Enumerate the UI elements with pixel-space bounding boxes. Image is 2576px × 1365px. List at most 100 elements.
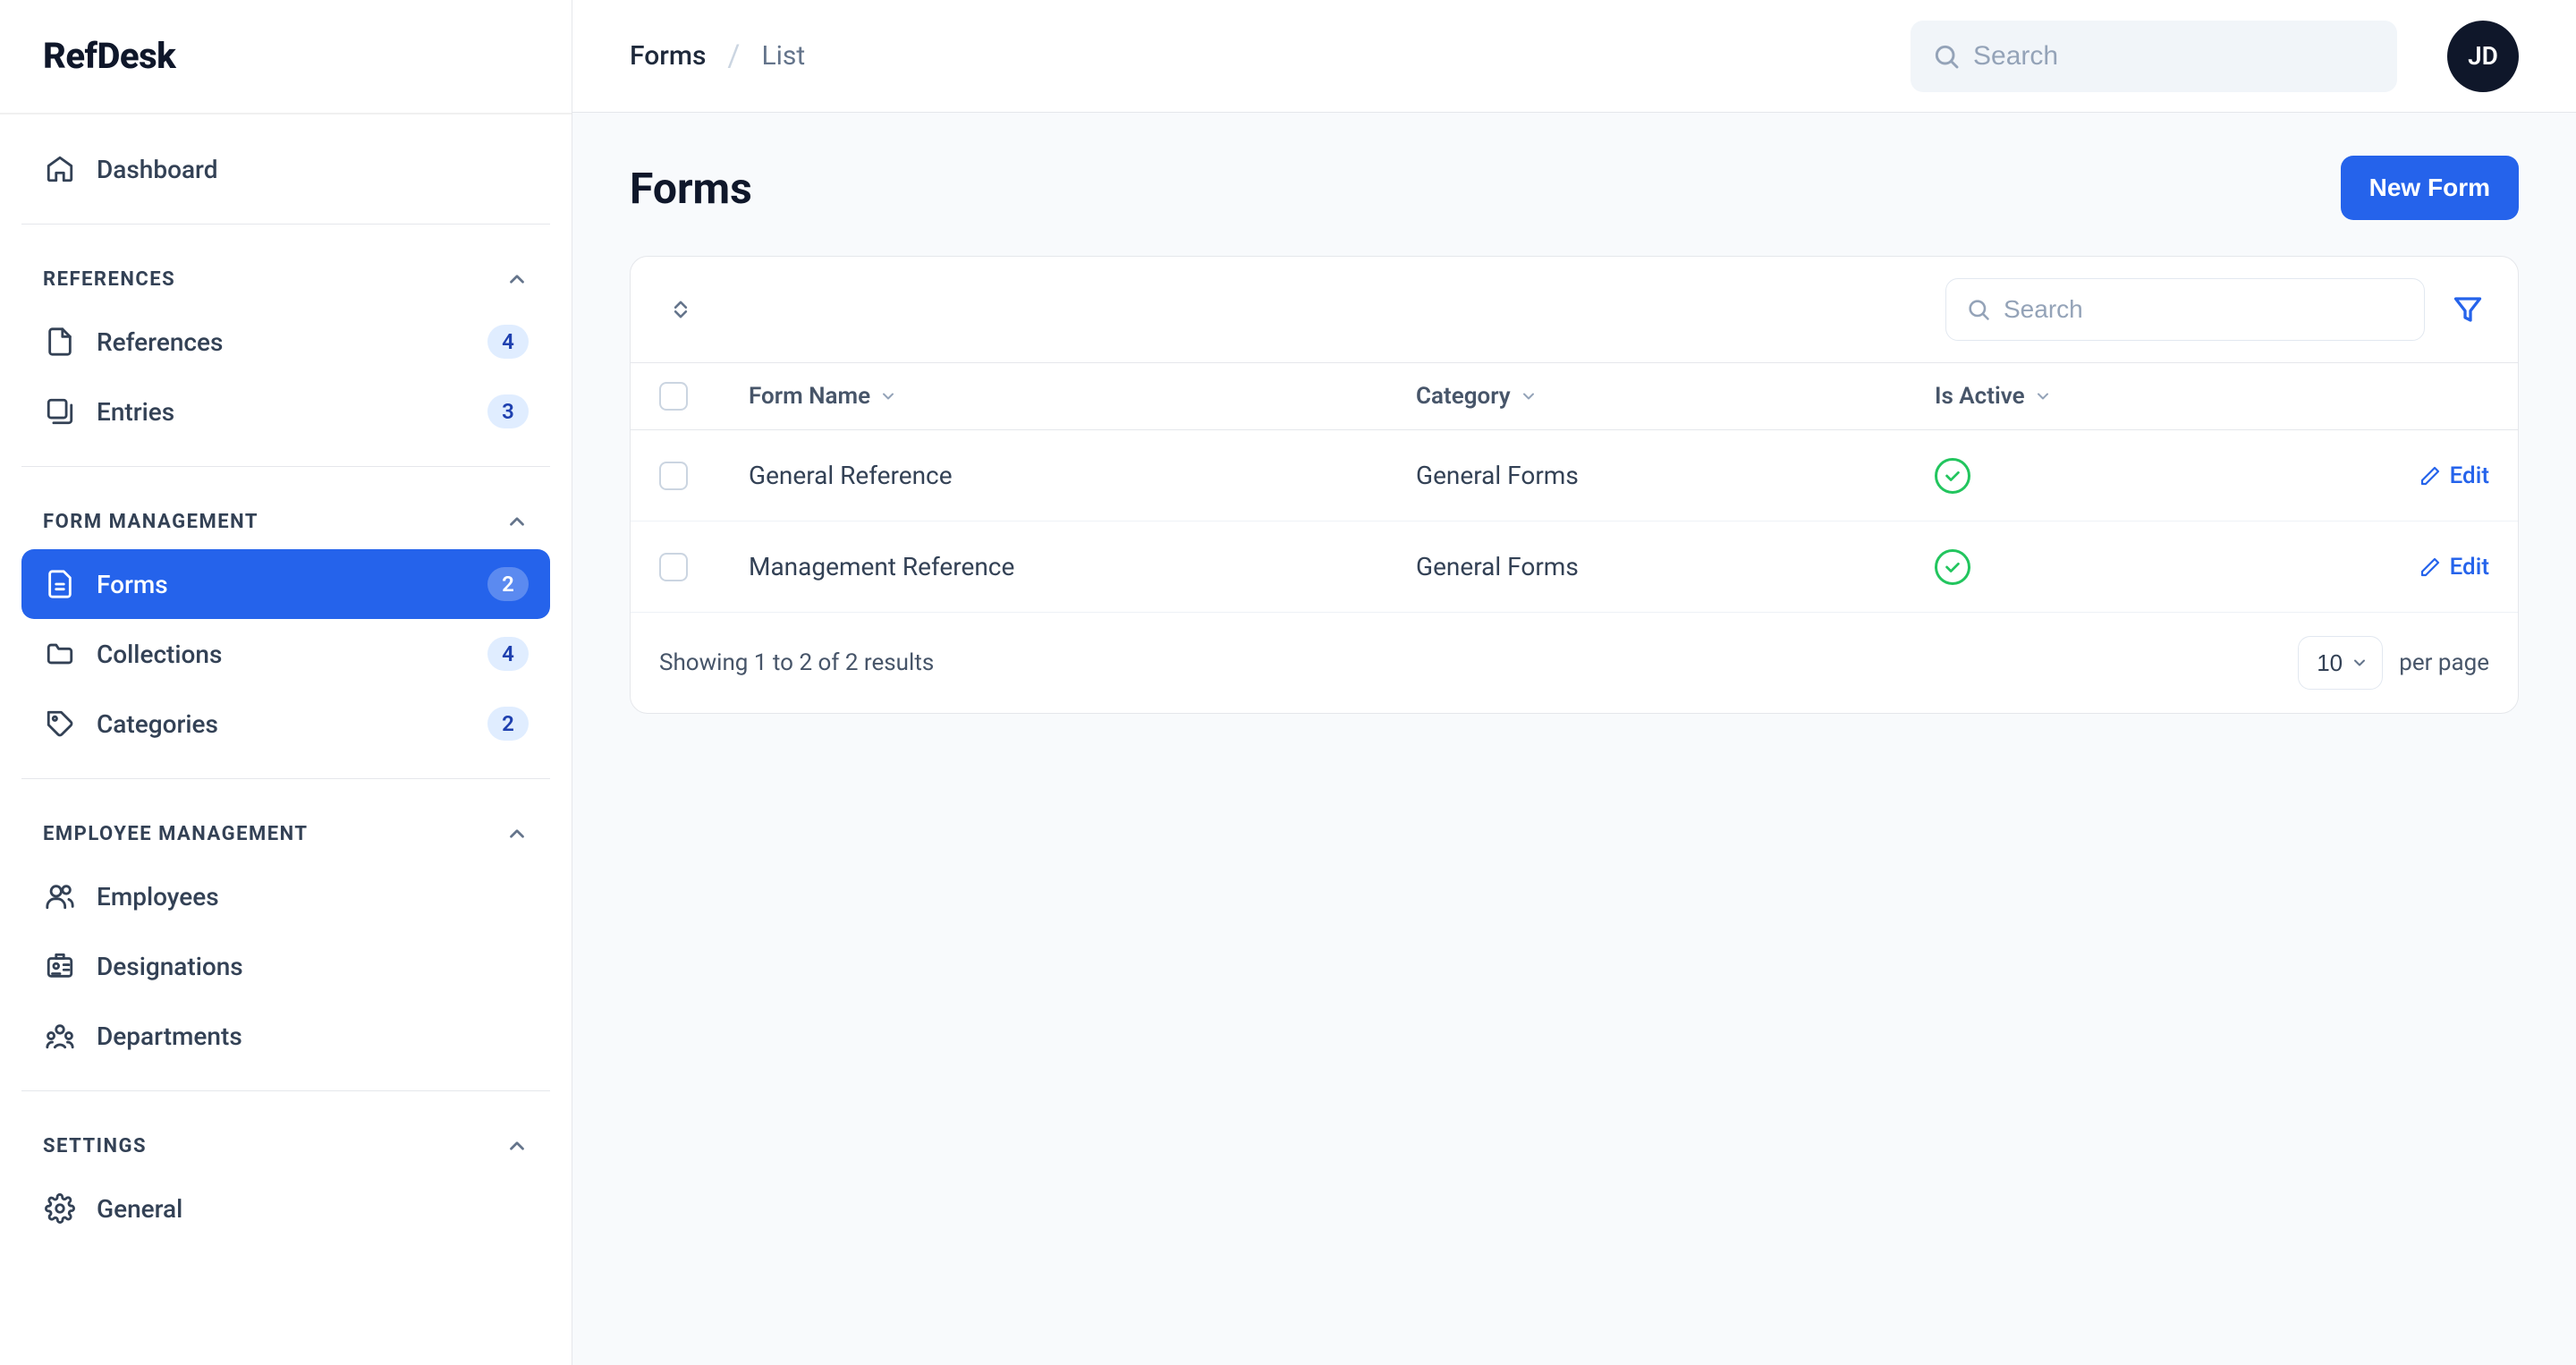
global-search-input[interactable]: [1973, 41, 2376, 72]
sidebar-item-label: Employees: [97, 882, 529, 911]
page-size-label: per page: [2399, 649, 2489, 676]
home-icon: [43, 152, 77, 186]
form-icon: [43, 567, 77, 601]
cell-category: General Forms: [1416, 552, 1935, 581]
sidebar-section-label: SETTINGS: [43, 1135, 147, 1157]
global-search[interactable]: [1911, 21, 2397, 92]
count-badge: 3: [487, 394, 529, 428]
page-size-select[interactable]: 10: [2298, 636, 2383, 690]
divider: [21, 778, 550, 779]
filter-icon: [2452, 293, 2484, 326]
edit-label: Edit: [2450, 462, 2489, 489]
count-badge: 2: [487, 567, 529, 601]
column-header-form-name[interactable]: Form Name: [749, 383, 1416, 410]
table-search-input[interactable]: [2004, 295, 2404, 324]
sidebar-item-designations[interactable]: Designations: [21, 931, 550, 1001]
column-label: Is Active: [1935, 383, 2025, 410]
new-form-button[interactable]: New Form: [2341, 156, 2519, 220]
sidebar-item-label: Departments: [97, 1022, 529, 1051]
sidebar-section-settings[interactable]: SETTINGS: [21, 1111, 550, 1174]
sidebar-section-references[interactable]: REFERENCES: [21, 244, 550, 307]
sidebar-item-forms[interactable]: Forms 2: [21, 549, 550, 619]
row-checkbox[interactable]: [659, 553, 688, 581]
sidebar-item-label: References: [97, 327, 468, 357]
sidebar-item-label: Designations: [97, 952, 529, 981]
edit-label: Edit: [2450, 554, 2489, 581]
chevron-up-icon: [505, 267, 529, 291]
edit-button[interactable]: Edit: [2292, 462, 2489, 489]
topbar: Forms / List JD: [572, 0, 2576, 113]
sidebar-item-entries[interactable]: Entries 3: [21, 377, 550, 446]
column-label: Category: [1416, 383, 1511, 410]
chevron-down-icon: [1520, 387, 1538, 405]
divider: [0, 113, 572, 114]
edit-button[interactable]: Edit: [2292, 554, 2489, 581]
bookmark-icon: [43, 325, 77, 359]
brand-logo: RefDesk: [43, 35, 175, 77]
sidebar-item-label: Collections: [97, 640, 468, 669]
sidebar-section-employee-management[interactable]: EMPLOYEE MANAGEMENT: [21, 799, 550, 861]
table-toolbar: [631, 257, 2518, 362]
results-summary: Showing 1 to 2 of 2 results: [659, 649, 2273, 676]
cell-is-active: [1935, 458, 2292, 494]
pencil-icon: [2419, 556, 2441, 578]
sidebar-item-references[interactable]: References 4: [21, 307, 550, 377]
sidebar-item-label: General: [97, 1194, 529, 1224]
logo-area: RefDesk: [0, 0, 572, 113]
breadcrumb: Forms / List: [630, 38, 805, 74]
active-status-badge: [1935, 458, 1970, 494]
sidebar-item-employees[interactable]: Employees: [21, 861, 550, 931]
breadcrumb-current: List: [761, 40, 805, 72]
id-badge-icon: [43, 949, 77, 983]
divider: [21, 466, 550, 467]
filter-button[interactable]: [2446, 288, 2489, 331]
chevron-down-icon: [2034, 387, 2052, 405]
column-header-is-active[interactable]: Is Active: [1935, 383, 2292, 410]
active-status-badge: [1935, 549, 1970, 585]
count-badge: 4: [487, 637, 529, 671]
count-badge: 4: [487, 325, 529, 359]
pencil-icon: [2419, 465, 2441, 487]
cell-category: General Forms: [1416, 461, 1935, 490]
count-badge: 2: [487, 707, 529, 741]
breadcrumb-separator: /: [727, 38, 740, 74]
sidebar-item-label: Dashboard: [97, 155, 529, 184]
cell-is-active: [1935, 549, 2292, 585]
select-all-checkbox[interactable]: [659, 382, 688, 411]
row-checkbox[interactable]: [659, 462, 688, 490]
main: Forms / List JD Forms New Form: [572, 0, 2576, 1365]
cell-form-name: Management Reference: [749, 552, 1416, 581]
table-row: General Reference General Forms: [631, 430, 2518, 521]
tag-icon: [43, 707, 77, 741]
breadcrumb-root[interactable]: Forms: [630, 40, 706, 72]
gear-icon: [43, 1191, 77, 1225]
page-title: Forms: [630, 163, 752, 214]
sidebar-scroll: Dashboard REFERENCES References 4: [0, 113, 572, 1365]
table-footer: Showing 1 to 2 of 2 results 10 per page: [631, 613, 2518, 713]
sidebar-item-collections[interactable]: Collections 4: [21, 619, 550, 689]
avatar[interactable]: JD: [2447, 21, 2519, 92]
table-search[interactable]: [1945, 278, 2425, 341]
sidebar-section-label: EMPLOYEE MANAGEMENT: [43, 823, 308, 845]
sidebar-section-form-management[interactable]: FORM MANAGEMENT: [21, 487, 550, 549]
search-icon: [1932, 42, 1961, 71]
sidebar-item-categories[interactable]: Categories 2: [21, 689, 550, 759]
content-area: Forms New Form: [572, 113, 2576, 1365]
sidebar-item-general[interactable]: General: [21, 1174, 550, 1243]
table-header-row: Form Name Category Is Active: [631, 362, 2518, 430]
folder-icon: [43, 637, 77, 671]
sidebar-item-label: Categories: [97, 709, 468, 739]
sidebar-item-dashboard[interactable]: Dashboard: [21, 134, 550, 204]
page-header: Forms New Form: [630, 156, 2519, 220]
sidebar-item-departments[interactable]: Departments: [21, 1001, 550, 1071]
search-icon: [1966, 297, 1991, 322]
sort-toggle-button[interactable]: [659, 288, 702, 331]
check-icon: [1943, 557, 1962, 577]
group-icon: [43, 1019, 77, 1053]
chevron-up-icon: [505, 510, 529, 533]
sidebar-item-label: Forms: [97, 570, 468, 599]
sidebar: RefDesk Dashboard REFERENCES: [0, 0, 572, 1365]
sidebar-section-label: REFERENCES: [43, 268, 175, 291]
avatar-initials: JD: [2468, 41, 2498, 71]
column-header-category[interactable]: Category: [1416, 383, 1935, 410]
